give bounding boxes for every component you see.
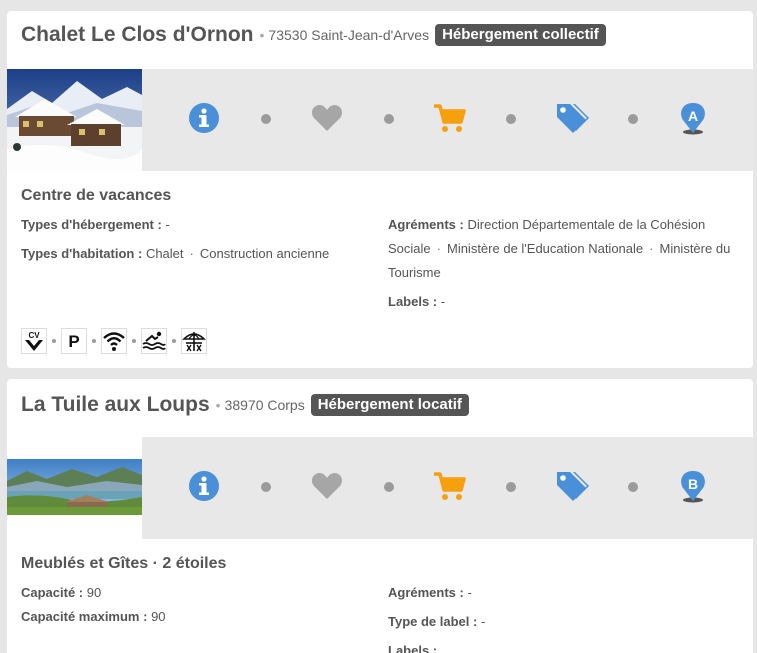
field-value: - (165, 217, 170, 232)
field-label: Labels : (388, 294, 438, 309)
heart-icon[interactable] (309, 468, 345, 504)
map-marker-letter: A (688, 108, 698, 124)
field-value: 90 (151, 609, 166, 624)
map-marker-letter: B (688, 476, 698, 492)
listing-header: La Tuile aux Loups • 38970 Corps Héberge… (21, 393, 469, 417)
category-badge: Hébergement collectif (435, 24, 606, 46)
separator-dot (384, 482, 394, 492)
title-separator: • (215, 397, 221, 413)
separator-dot (261, 114, 271, 124)
wifi-icon (101, 328, 127, 354)
table-umbrella-icon (181, 328, 207, 354)
separator-dot (384, 114, 394, 124)
section-title: Meublés et Gîtes · 2 étoiles (21, 555, 227, 572)
separator-dot (52, 339, 56, 343)
parking-icon: P (61, 328, 87, 354)
listing-photo[interactable] (7, 69, 142, 171)
listing-location: 38970 Corps (224, 397, 305, 413)
listing-card: Chalet Le Clos d'Ornon • 73530 Saint-Jea… (7, 11, 753, 368)
field-value: Construction ancienne (199, 246, 330, 261)
separator-dot (92, 339, 96, 343)
section-title: Centre de vacances (21, 187, 172, 204)
info-icon[interactable] (186, 100, 222, 136)
listing-location: 73530 Saint-Jean-d'Arves (268, 27, 430, 43)
details-right: Agréments : - Type de label : - Labels : (388, 581, 738, 653)
cart-icon[interactable] (432, 468, 468, 504)
action-band: B (142, 437, 753, 539)
tags-icon[interactable] (553, 468, 589, 504)
agrements-row: Agréments : Direction Départementale de … (388, 213, 738, 285)
heart-icon[interactable] (309, 100, 345, 136)
map-marker-icon[interactable]: B (675, 468, 711, 504)
info-icon[interactable] (186, 468, 222, 504)
field-label: Capacité : (21, 585, 84, 600)
separator-dot (261, 482, 271, 492)
separator-dot (172, 339, 176, 343)
listing-header: Chalet Le Clos d'Ornon • 73530 Saint-Jea… (21, 23, 606, 47)
labels-row: Labels : (388, 639, 738, 653)
field-label: Type de label : (388, 614, 478, 629)
field-value: - (440, 294, 446, 309)
field-label: Agréments : (388, 585, 464, 600)
map-marker-icon[interactable]: A (675, 100, 711, 136)
value-separator: · (436, 241, 441, 256)
type-label-row: Type de label : - (388, 610, 738, 634)
separator-dot (628, 482, 638, 492)
separator-dot (506, 482, 516, 492)
cv-glyph: CV (28, 331, 40, 340)
listing-title[interactable]: La Tuile aux Loups (21, 393, 210, 417)
field-label: Types d'habitation : (21, 246, 143, 261)
details-left: Types d'hébergement : - Types d'habitati… (21, 213, 376, 271)
types-hebergement-row: Types d'hébergement : - (21, 213, 376, 237)
capacite-row: Capacité : 90 (21, 581, 376, 605)
agrements-row: Agréments : - (388, 581, 738, 605)
field-label: Labels : (388, 643, 438, 653)
field-label: Capacité maximum : (21, 609, 148, 624)
separator-dot (132, 339, 136, 343)
separator-dot (506, 114, 516, 124)
action-icons: B (142, 437, 753, 539)
swimming-pool-icon (141, 328, 167, 354)
category-badge: Hébergement locatif (310, 394, 469, 416)
cv-cheque-vacances-icon: CV (21, 328, 47, 354)
capacite-max-row: Capacité maximum : 90 (21, 605, 376, 629)
field-value: - (480, 614, 486, 629)
types-habitation-row: Types d'habitation : Chalet · Construction… (21, 242, 376, 266)
labels-row: Labels : - (388, 290, 738, 314)
action-icons: A (142, 69, 753, 171)
cart-icon[interactable] (432, 100, 468, 136)
parking-glyph: P (68, 332, 79, 351)
tags-icon[interactable] (553, 100, 589, 136)
value-separator: · (649, 241, 654, 256)
facilities-list: CV P (21, 328, 207, 354)
listing-title[interactable]: Chalet Le Clos d'Ornon (21, 23, 254, 47)
listing-card: La Tuile aux Loups • 38970 Corps Héberge… (7, 379, 753, 653)
field-value: Ministère de l'Education Nationale (446, 241, 644, 256)
separator-dot (628, 114, 638, 124)
details-left: Capacité : 90 Capacité maximum : 90 (21, 581, 376, 634)
title-separator: • (259, 27, 265, 43)
value-separator: · (189, 246, 194, 261)
details-right: Agréments : Direction Départementale de … (388, 213, 738, 319)
field-value: 90 (86, 585, 102, 600)
field-label: Agréments : (388, 217, 464, 232)
field-value: Chalet (145, 246, 184, 261)
field-label: Types d'hébergement : (21, 217, 162, 232)
listing-photo[interactable] (7, 459, 142, 515)
field-value: - (467, 585, 472, 600)
